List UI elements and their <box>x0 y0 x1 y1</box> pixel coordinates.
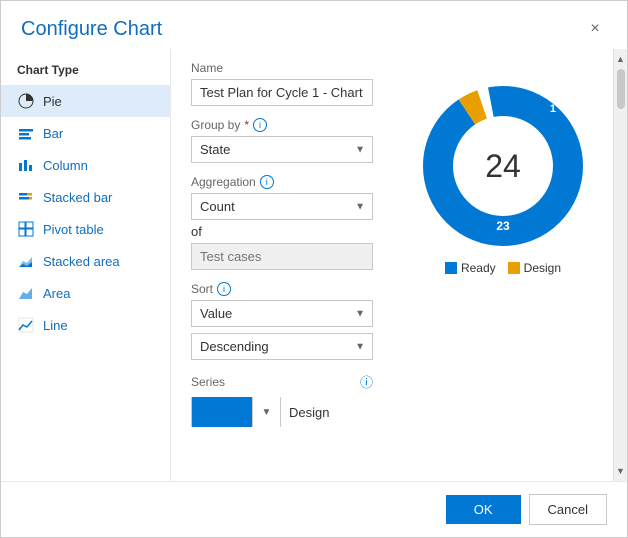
dialog-footer: OK Cancel <box>1 481 627 537</box>
close-button[interactable]: × <box>583 17 607 41</box>
sidebar-item-stacked-bar-label: Stacked bar <box>43 190 112 205</box>
name-input[interactable] <box>191 79 373 106</box>
sidebar-item-pie-label: Pie <box>43 94 62 109</box>
series-color-selector[interactable]: ▼ <box>191 397 281 427</box>
series-color-dropdown-btn[interactable]: ▼ <box>252 397 280 427</box>
chart-total: 24 <box>485 148 521 184</box>
sidebar-item-column-label: Column <box>43 158 88 173</box>
form-section: Name Group by * i State ▼ Aggregation <box>171 49 393 481</box>
series-header: Series ⓘ <box>191 372 373 391</box>
sidebar-item-pie[interactable]: Pie <box>1 85 170 117</box>
aggregation-wrapper: Count ▼ <box>191 193 373 220</box>
scroll-up-button[interactable]: ▲ <box>613 51 627 67</box>
sort-info-icon[interactable]: i <box>217 282 231 296</box>
of-label: of <box>191 224 373 239</box>
cancel-button[interactable]: Cancel <box>529 494 607 525</box>
sidebar-item-line[interactable]: Line <box>1 309 170 341</box>
scroll-thumb[interactable] <box>617 69 625 109</box>
sidebar-item-stacked-area-label: Stacked area <box>43 254 120 269</box>
stacked-area-icon <box>17 252 35 270</box>
series-label: Series <box>191 375 225 389</box>
sort-label-row: Sort i <box>191 282 373 296</box>
sidebar-item-pivot-table-label: Pivot table <box>43 222 104 237</box>
main-content: Name Group by * i State ▼ Aggregation <box>171 49 627 481</box>
sidebar-item-area[interactable]: Area <box>1 277 170 309</box>
ok-button[interactable]: OK <box>446 495 521 524</box>
donut-chart: 24 23 1 <box>418 81 588 251</box>
area-icon <box>17 284 35 302</box>
sidebar-item-stacked-area[interactable]: Stacked area <box>1 245 170 277</box>
series-color-swatch <box>192 397 252 427</box>
chart-design-label: 1 <box>550 103 556 115</box>
group-by-info-icon[interactable]: i <box>253 118 267 132</box>
line-icon <box>17 316 35 334</box>
group-by-select[interactable]: State <box>191 136 373 163</box>
sidebar-item-area-label: Area <box>43 286 70 301</box>
legend-design-label: Design <box>524 261 561 275</box>
series-section: Series ⓘ ▼ Design <box>191 372 373 427</box>
series-info-icon[interactable]: ⓘ <box>360 372 373 391</box>
legend-design-icon <box>508 262 520 274</box>
group-by-label-row: Group by * i <box>191 118 373 132</box>
chart-type-sidebar: Chart Type Pie B <box>1 49 171 481</box>
dialog-body: Chart Type Pie B <box>1 49 627 481</box>
dialog-header: Configure Chart × <box>1 1 627 49</box>
legend-item-design: Design <box>508 261 561 275</box>
donut-center-number: 24 <box>485 150 521 182</box>
required-indicator: * <box>244 118 249 132</box>
sidebar-item-line-label: Line <box>43 318 68 333</box>
chart-legend: Ready Design <box>445 261 561 275</box>
legend-ready-icon <box>445 262 457 274</box>
aggregation-select[interactable]: Count <box>191 193 373 220</box>
aggregation-label-row: Aggregation i <box>191 175 373 189</box>
column-icon <box>17 156 35 174</box>
legend-ready-label: Ready <box>461 261 496 275</box>
of-input[interactable] <box>191 243 373 270</box>
group-by-label: Group by <box>191 118 240 132</box>
sort-order-select[interactable]: Descending <box>191 333 373 360</box>
sidebar-item-pivot-table[interactable]: Pivot table <box>1 213 170 245</box>
aggregation-label: Aggregation <box>191 175 256 189</box>
series-row: ▼ Design <box>191 397 373 427</box>
sidebar-item-column[interactable]: Column <box>1 149 170 181</box>
group-by-wrapper: State ▼ <box>191 136 373 163</box>
aggregation-info-icon[interactable]: i <box>260 175 274 189</box>
sort-value-wrapper: Value ▼ <box>191 300 373 327</box>
configure-chart-dialog: Configure Chart × Chart Type Pie <box>0 0 628 538</box>
sort-label: Sort <box>191 282 213 296</box>
dialog-title: Configure Chart <box>21 18 162 41</box>
sidebar-item-bar-label: Bar <box>43 126 63 141</box>
sort-order-wrapper: Descending ▼ <box>191 333 373 360</box>
sidebar-item-bar[interactable]: Bar <box>1 117 170 149</box>
scrollbar[interactable]: ▲ ▼ <box>613 49 627 481</box>
chart-ready-label: 23 <box>496 219 509 233</box>
sort-value-select[interactable]: Value <box>191 300 373 327</box>
bar-icon <box>17 124 35 142</box>
scroll-track[interactable] <box>614 67 627 463</box>
pie-icon <box>17 92 35 110</box>
series-name: Design <box>289 405 329 420</box>
stacked-bar-icon <box>17 188 35 206</box>
sidebar-item-stacked-bar[interactable]: Stacked bar <box>1 181 170 213</box>
scroll-down-button[interactable]: ▼ <box>613 463 627 479</box>
name-label: Name <box>191 61 373 75</box>
sidebar-header: Chart Type <box>1 59 170 85</box>
pivot-table-icon <box>17 220 35 238</box>
legend-item-ready: Ready <box>445 261 496 275</box>
chart-preview: 24 23 1 Ready <box>393 49 613 481</box>
